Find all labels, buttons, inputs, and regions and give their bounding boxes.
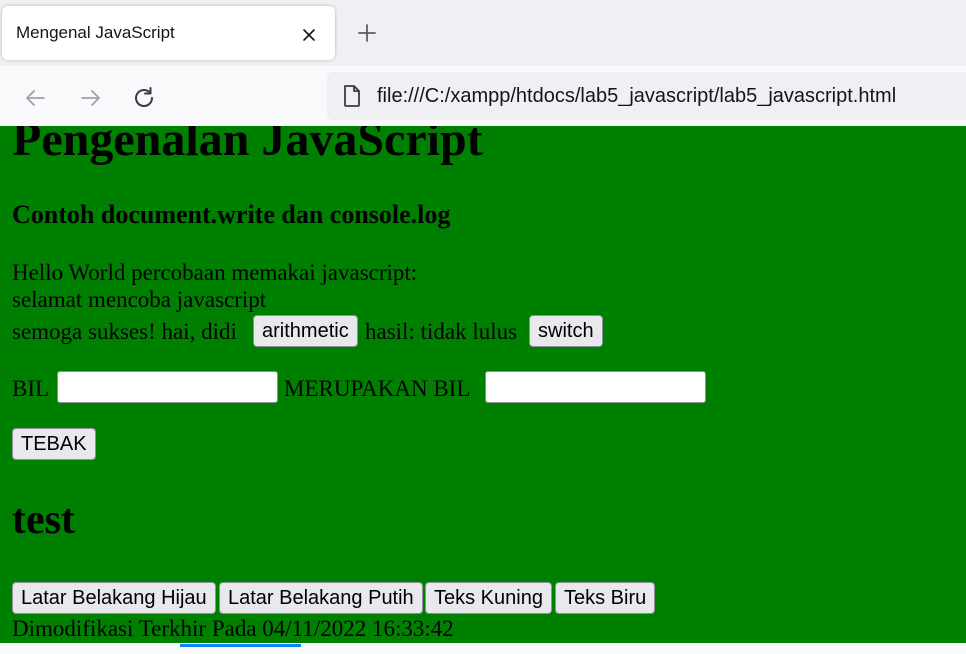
page-content: Pengenalan JavaScript Contoh document.wr… — [0, 126, 966, 643]
progress-indicator — [180, 644, 301, 647]
arrow-right-icon[interactable] — [76, 84, 104, 112]
page-icon — [344, 85, 360, 107]
hello-world-text: Hello World percobaan memakai javascript… — [12, 260, 418, 285]
text-blue-button[interactable]: Teks Biru — [555, 582, 656, 614]
result-text: hasil: tidak lulus — [365, 319, 518, 344]
wish-text: semoga sukses! hai, didi — [12, 319, 237, 344]
merupakan-label: MERUPAKAN BIL — [284, 376, 471, 401]
bg-green-button[interactable]: Latar Belakang Hijau — [12, 582, 216, 614]
text-yellow-button[interactable]: Teks Kuning — [425, 582, 552, 614]
reload-icon[interactable] — [130, 84, 158, 112]
switch-button[interactable]: switch — [529, 315, 603, 347]
arithmetic-button[interactable]: arithmetic — [253, 315, 358, 347]
close-icon[interactable] — [299, 25, 319, 45]
url-text: file:///C:/xampp/htdocs/lab5_javascript/… — [377, 85, 897, 107]
plus-icon[interactable] — [352, 18, 382, 48]
page-title: Pengenalan JavaScript — [12, 126, 483, 166]
merupakan-input[interactable] — [485, 371, 706, 403]
browser-tab[interactable]: Mengenal JavaScript — [2, 6, 335, 60]
arrow-left-icon[interactable] — [22, 84, 50, 112]
bil-label: BIL — [12, 376, 50, 401]
greeting-text: selamat mencoba javascript — [12, 287, 267, 312]
last-modified-text: Dimodifikasi Terkhir Pada 04/11/2022 16:… — [12, 616, 454, 641]
bil-input[interactable] — [57, 371, 278, 403]
address-bar[interactable]: file:///C:/xampp/htdocs/lab5_javascript/… — [327, 72, 966, 120]
bg-white-button[interactable]: Latar Belakang Putih — [219, 582, 423, 614]
page-subtitle: Contoh document.write dan console.log — [12, 200, 451, 229]
bottom-strip — [0, 643, 966, 654]
tab-strip: Mengenal JavaScript — [0, 0, 966, 66]
tab-title: Mengenal JavaScript — [16, 23, 175, 42]
tebak-button[interactable]: TEBAK — [12, 428, 96, 460]
section-heading: test — [12, 497, 75, 543]
